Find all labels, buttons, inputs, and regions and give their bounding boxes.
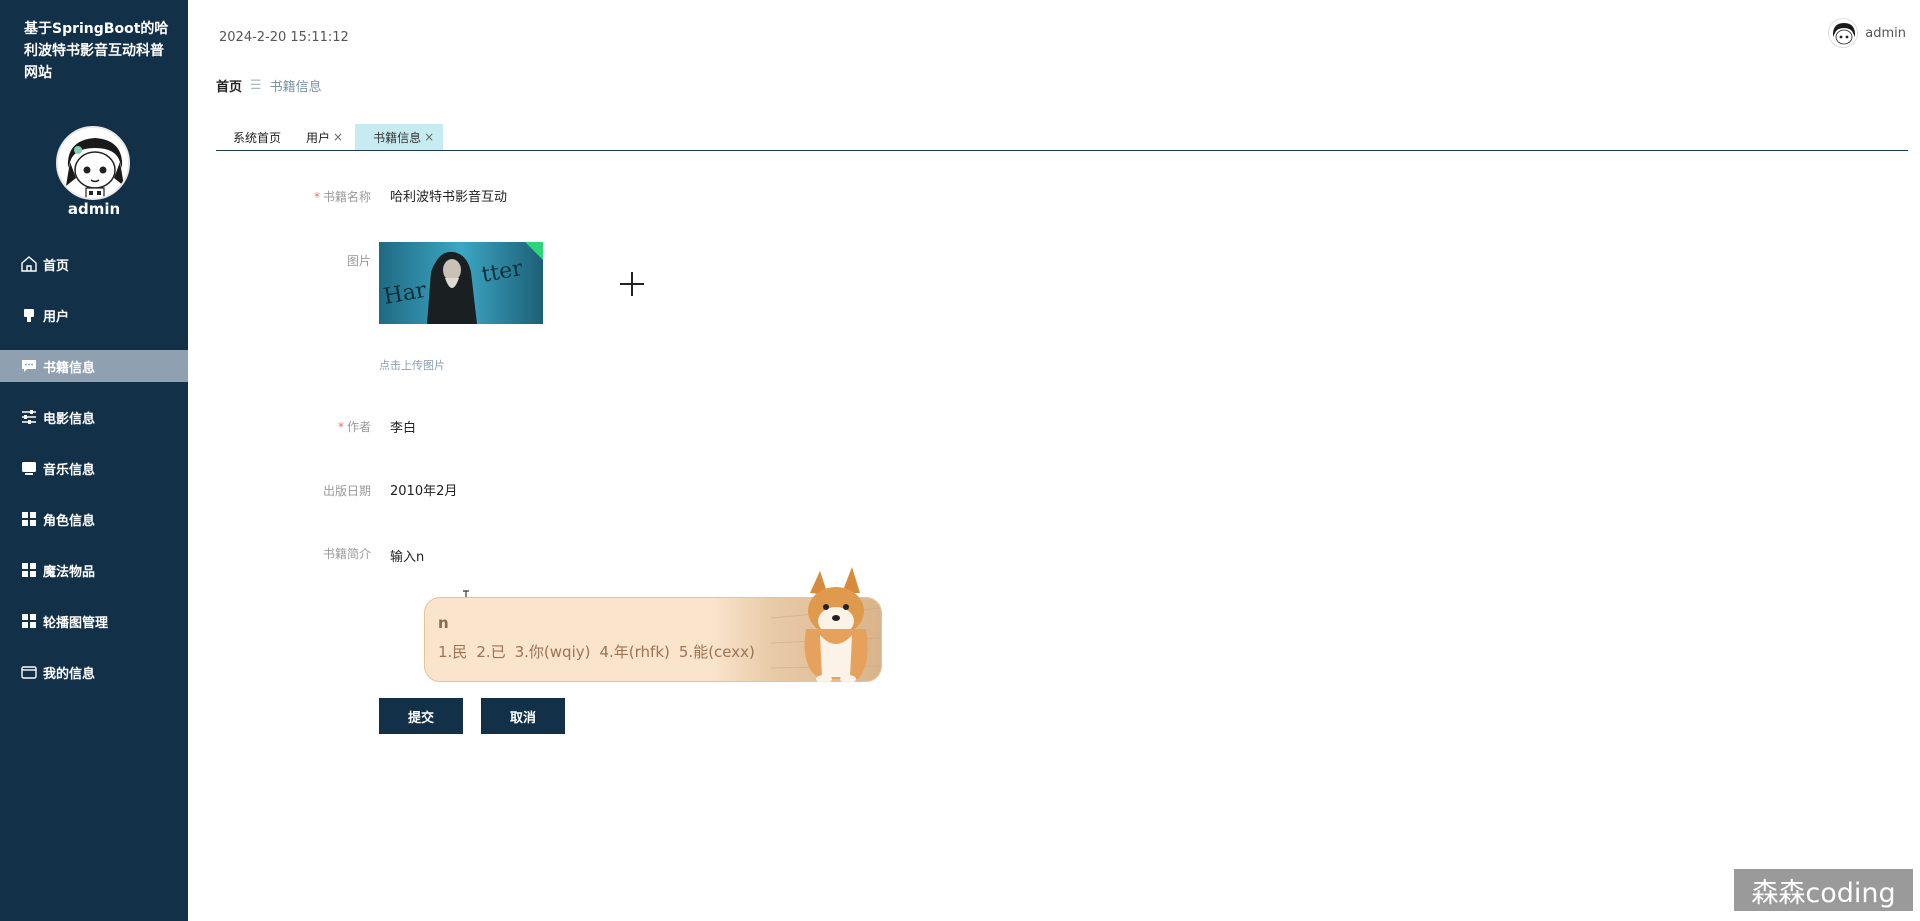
intro-textarea[interactable]: 输入n	[390, 546, 424, 565]
tab-system-home[interactable]: 系统首页	[216, 124, 289, 150]
wallet-icon	[20, 663, 38, 681]
tab-label: 书籍信息	[373, 130, 422, 145]
label-text: 作者	[346, 420, 371, 434]
ime-candidate[interactable]: 3.你(wqiy)	[515, 643, 591, 661]
intro-label: 书籍简介	[322, 547, 371, 561]
grid-icon	[20, 561, 38, 579]
ime-candidate[interactable]: 2.已	[476, 643, 505, 661]
tab-books[interactable]: 书籍信息 ×	[355, 124, 444, 150]
submit-button[interactable]: 提交	[379, 698, 463, 734]
required-mark: *	[313, 190, 320, 204]
sidebar-item-label: 电影信息	[43, 411, 96, 427]
tab-label: 系统首页	[233, 130, 282, 145]
sidebar-item-label: 用户	[43, 309, 70, 325]
sliders-icon	[20, 408, 38, 426]
chat-icon	[20, 357, 38, 375]
ime-input-text: n	[438, 614, 449, 632]
cover-image-icon: Har tter	[379, 242, 543, 324]
add-image-plus-icon[interactable]	[618, 270, 646, 298]
publish-date-input[interactable]: 2010年2月	[390, 480, 457, 499]
ime-candidate[interactable]: 4.年(rhfk)	[599, 643, 669, 661]
sidebar-item-label: 我的信息	[43, 666, 96, 682]
avatar[interactable]	[56, 126, 130, 200]
sidebar-item-users[interactable]: 用户	[0, 299, 188, 331]
avatar-icon	[58, 128, 128, 198]
sidebar-item-home[interactable]: 首页	[0, 248, 188, 280]
avatar-icon	[1828, 18, 1859, 48]
watermark: 森森coding	[1734, 869, 1913, 911]
sidebar-item-label: 书籍信息	[43, 360, 96, 376]
required-mark: *	[337, 420, 344, 434]
breadcrumb-current: 书籍信息	[269, 80, 322, 95]
tab-users[interactable]: 用户 ×	[289, 124, 351, 150]
breadcrumb-home[interactable]: 首页	[216, 76, 242, 95]
grid-icon	[20, 510, 38, 528]
ime-candidate[interactable]: 5.能(cexx)	[679, 643, 755, 661]
user-icon	[20, 306, 38, 324]
breadcrumb-separator-icon: ☰	[250, 78, 262, 93]
book-cover-image[interactable]: Har tter	[379, 242, 543, 324]
sidebar: 基于SpringBoot的哈利波特书影音互动科普网站 admin 首页 用户 书…	[0, 0, 188, 921]
author-input[interactable]: 李白	[390, 417, 416, 436]
site-title: 基于SpringBoot的哈利波特书影音互动科普网站	[24, 21, 169, 81]
tab-label: 用户	[306, 130, 331, 145]
sidebar-item-label: 魔法物品	[43, 564, 96, 580]
monitor-icon	[20, 459, 38, 477]
ime-candidate[interactable]: 1.民	[438, 643, 467, 661]
sidebar-item-movies[interactable]: 电影信息	[0, 401, 188, 433]
shiba-dog-icon	[780, 563, 880, 683]
author-label: * 作者	[251, 418, 371, 435]
home-icon	[20, 255, 38, 273]
sidebar-item-music[interactable]: 音乐信息	[0, 452, 188, 484]
sidebar-item-carousel[interactable]: 轮播图管理	[0, 605, 188, 637]
breadcrumb: 首页 ☰ 书籍信息	[216, 76, 322, 95]
sidebar-item-label: 轮播图管理	[43, 615, 109, 631]
upload-hint[interactable]: 点击上传图片	[379, 357, 445, 373]
sidebar-item-my-info[interactable]: 我的信息	[0, 656, 188, 688]
close-icon[interactable]: ×	[424, 130, 434, 144]
tab-bar: 系统首页 用户 × 书籍信息 ×	[216, 124, 1908, 151]
sidebar-item-label: 音乐信息	[43, 462, 96, 478]
cancel-button[interactable]: 取消	[481, 698, 565, 734]
sidebar-item-magic-items[interactable]: 魔法物品	[0, 554, 188, 586]
sidebar-menu: 首页 用户 书籍信息 电影信息 音乐信息 角色信息 魔法物品 轮播图管理 我的信…	[0, 248, 188, 707]
label-text: 书籍名称	[322, 190, 371, 204]
sidebar-item-label: 角色信息	[43, 513, 96, 529]
sidebar-item-characters[interactable]: 角色信息	[0, 503, 188, 535]
book-name-label: * 书籍名称	[251, 188, 371, 205]
header-username: admin	[1865, 25, 1906, 41]
sidebar-username: admin	[67, 200, 121, 218]
datetime: 2024-2-20 15:11:12	[219, 30, 349, 45]
publish-date-label: 出版日期	[322, 484, 371, 498]
book-name-input[interactable]: 哈利波特书影音互动	[390, 186, 507, 205]
image-label: 图片	[346, 254, 371, 268]
sidebar-item-books[interactable]: 书籍信息	[0, 350, 188, 382]
ime-candidates: 1.民 2.已 3.你(wqiy) 4.年(rhfk) 5.能(cexx)	[438, 641, 764, 662]
user-menu[interactable]: admin	[1828, 18, 1906, 48]
grid-icon	[20, 612, 38, 630]
sidebar-item-label: 首页	[43, 258, 70, 274]
close-icon[interactable]: ×	[333, 130, 343, 144]
